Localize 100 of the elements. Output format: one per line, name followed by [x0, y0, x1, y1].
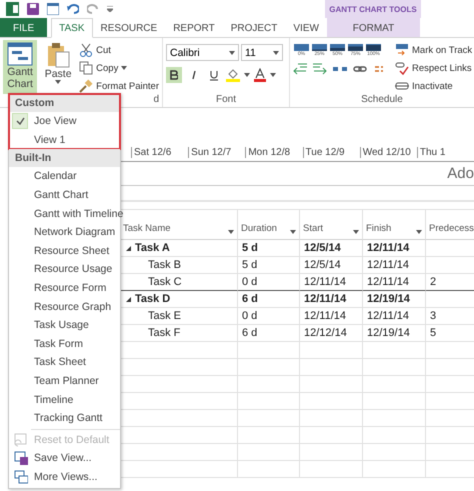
caret-icon [55, 80, 62, 84]
duration-cell: 5 d [238, 240, 300, 257]
indent-icon [313, 63, 327, 75]
menu-item[interactable]: Timeline [9, 390, 120, 409]
link-icon [353, 64, 367, 74]
task-bar-icon [366, 44, 381, 51]
collapse-triangle-icon [126, 246, 131, 250]
column-header[interactable]: Duration [238, 210, 300, 240]
empty-cell [238, 461, 300, 478]
paintbrush-icon [79, 79, 94, 93]
empty-cell [238, 427, 300, 444]
menu-item[interactable]: Tracking Gantt [9, 408, 120, 428]
menu-item[interactable]: Resource Form [9, 278, 120, 298]
timeline-date: Sun 12/7 [188, 147, 246, 158]
fill-color-icon [226, 68, 240, 82]
caret-icon [270, 73, 276, 77]
paste-button[interactable]: Paste [41, 40, 76, 94]
customize-icon [107, 6, 113, 12]
caret-icon [244, 73, 250, 77]
menu-section-title: Built-In [9, 149, 120, 168]
menu-item[interactable]: Gantt Chart [9, 186, 120, 204]
clipboard-icon [46, 42, 70, 68]
group-label: Schedule [360, 94, 404, 107]
column-header[interactable]: Predecess [426, 210, 474, 240]
empty-cell [300, 359, 363, 376]
column-header[interactable]: Start [300, 210, 363, 240]
empty-cell [363, 444, 426, 461]
menu-item[interactable]: Team Planner [9, 372, 120, 390]
timeline-date: Mon 12/8 [245, 147, 303, 158]
scissors-icon [79, 43, 94, 57]
schedule-button[interactable]: Mark on Track [395, 42, 474, 58]
caret-icon [416, 230, 422, 234]
menu-item[interactable]: Save View... [9, 449, 120, 468]
gantt-chart-button[interactable]: Gantt Chart [3, 40, 38, 94]
ribbon-tab[interactable]: FILE [0, 18, 48, 37]
task-bar-icon [294, 44, 309, 51]
menu-item[interactable]: Network Diagram [9, 222, 120, 242]
menu-item[interactable]: Joe View [9, 112, 120, 131]
group-label: Font [214, 94, 237, 107]
link-check-icon [395, 61, 409, 75]
menu-item[interactable]: Task Form [9, 334, 120, 354]
finish-cell: 12/11/14 [363, 257, 426, 274]
italic-icon [191, 70, 197, 80]
duration-cell: 6 d [238, 325, 300, 342]
start-cell: 12/5/14 [300, 257, 363, 274]
empty-cell [300, 393, 363, 410]
empty-cell [363, 461, 426, 478]
finish-cell: 12/19/14 [363, 325, 426, 342]
menu-item[interactable]: Resource Graph [9, 297, 120, 316]
underline-icon [210, 70, 218, 80]
menu-item[interactable]: Task Usage [9, 316, 120, 335]
outdent-icon [293, 63, 307, 75]
column-header[interactable]: Finish [363, 210, 426, 240]
start-cell: 12/11/14 [300, 308, 363, 325]
menu-item[interactable]: Task Sheet [9, 353, 120, 372]
timeline-date: Sat 12/6 [131, 147, 188, 158]
clipboard-button[interactable]: Cut [79, 42, 159, 58]
start-cell: 12/11/14 [300, 274, 363, 291]
empty-cell [363, 427, 426, 444]
menu-item[interactable]: Calendar [9, 167, 120, 186]
font-color-icon [254, 68, 266, 82]
caret-icon [353, 230, 359, 234]
schedule-button[interactable]: Respect Links [395, 60, 474, 76]
empty-cell [238, 410, 300, 427]
predecessors-cell: 2 [426, 274, 474, 291]
empty-cell [238, 359, 300, 376]
finish-cell: 12/11/14 [363, 308, 426, 325]
empty-cell [300, 461, 363, 478]
duration-cell: 6 d [238, 291, 300, 308]
menu-item[interactable]: Resource Usage [9, 260, 120, 279]
clipboard-button[interactable]: Copy [79, 60, 159, 76]
duration-cell: 5 d [238, 257, 300, 274]
ribbon-tab[interactable]: FORMAT [326, 18, 420, 37]
timeline-date: Thu 1 [416, 147, 474, 158]
predecessors-cell: 5 [426, 325, 474, 342]
caret-icon [290, 230, 296, 234]
empty-cell [363, 342, 426, 359]
task-bar-icon [348, 44, 363, 51]
font-size-field[interactable]: 11 [241, 44, 283, 61]
menu-item[interactable]: View 1 [9, 130, 120, 150]
copy-icon [79, 61, 94, 75]
empty-cell [238, 342, 300, 359]
ribbon-tab[interactable]: TASK [51, 18, 93, 38]
save-icon [27, 3, 39, 15]
start-cell: 12/11/14 [300, 291, 363, 308]
menu-item[interactable]: Resource Sheet [9, 242, 120, 260]
predecessors-cell: 3 [426, 308, 474, 325]
undo-icon [67, 4, 79, 14]
caret-icon [121, 66, 128, 70]
clipboard-button[interactable]: Format Painter [79, 78, 159, 94]
bold-button[interactable] [166, 67, 182, 83]
task-bar-icon [312, 44, 327, 51]
font-name-field[interactable]: Calibri [166, 44, 239, 61]
bold-icon [170, 70, 178, 80]
schedule-button[interactable]: Inactivate [395, 78, 474, 94]
empty-cell [238, 376, 300, 393]
start-cell: 12/5/14 [300, 240, 363, 257]
menu-item[interactable]: More Views... [9, 468, 120, 486]
empty-cell [300, 427, 363, 444]
redo-icon [87, 4, 99, 14]
